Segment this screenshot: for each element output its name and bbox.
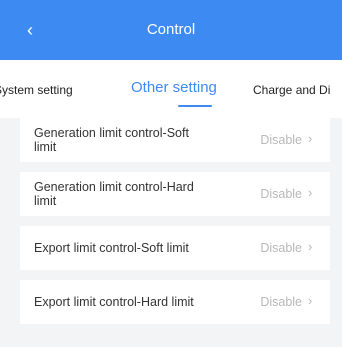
item-label: Generation limit control-Soft limit (34, 126, 189, 154)
chevron-right-icon: › (308, 131, 313, 146)
item-label: Export limit control-Hard limit (34, 295, 194, 309)
export-limit-hard-item[interactable]: Export limit control-Hard limit Disable … (20, 280, 330, 324)
item-value: Disable (260, 187, 302, 201)
tab-system-setting[interactable]: System setting (0, 82, 73, 98)
chevron-right-icon: › (308, 239, 313, 254)
tab-charge-and-discharge[interactable]: Charge and Di (253, 82, 330, 98)
top-app-bar: ‹ Control (0, 0, 342, 60)
chevron-right-icon: › (308, 185, 313, 200)
item-label: Export limit control-Soft limit (34, 241, 189, 255)
item-value: Disable (260, 295, 302, 309)
settings-tabs: System setting Other setting Charge and … (0, 60, 342, 118)
tab-other-setting[interactable]: Other setting (131, 80, 217, 96)
generation-limit-soft-item[interactable]: Generation limit control-Soft limit Disa… (20, 118, 330, 162)
item-label: Generation limit control-Hard limit (34, 180, 194, 208)
item-value: Disable (260, 241, 302, 255)
chevron-right-icon: › (308, 293, 313, 308)
generation-limit-hard-item[interactable]: Generation limit control-Hard limit Disa… (20, 172, 330, 216)
item-value: Disable (260, 133, 302, 147)
page-title: Control (146, 21, 196, 38)
export-limit-soft-item[interactable]: Export limit control-Soft limit Disable … (20, 226, 330, 270)
active-tab-indicator (178, 105, 212, 107)
